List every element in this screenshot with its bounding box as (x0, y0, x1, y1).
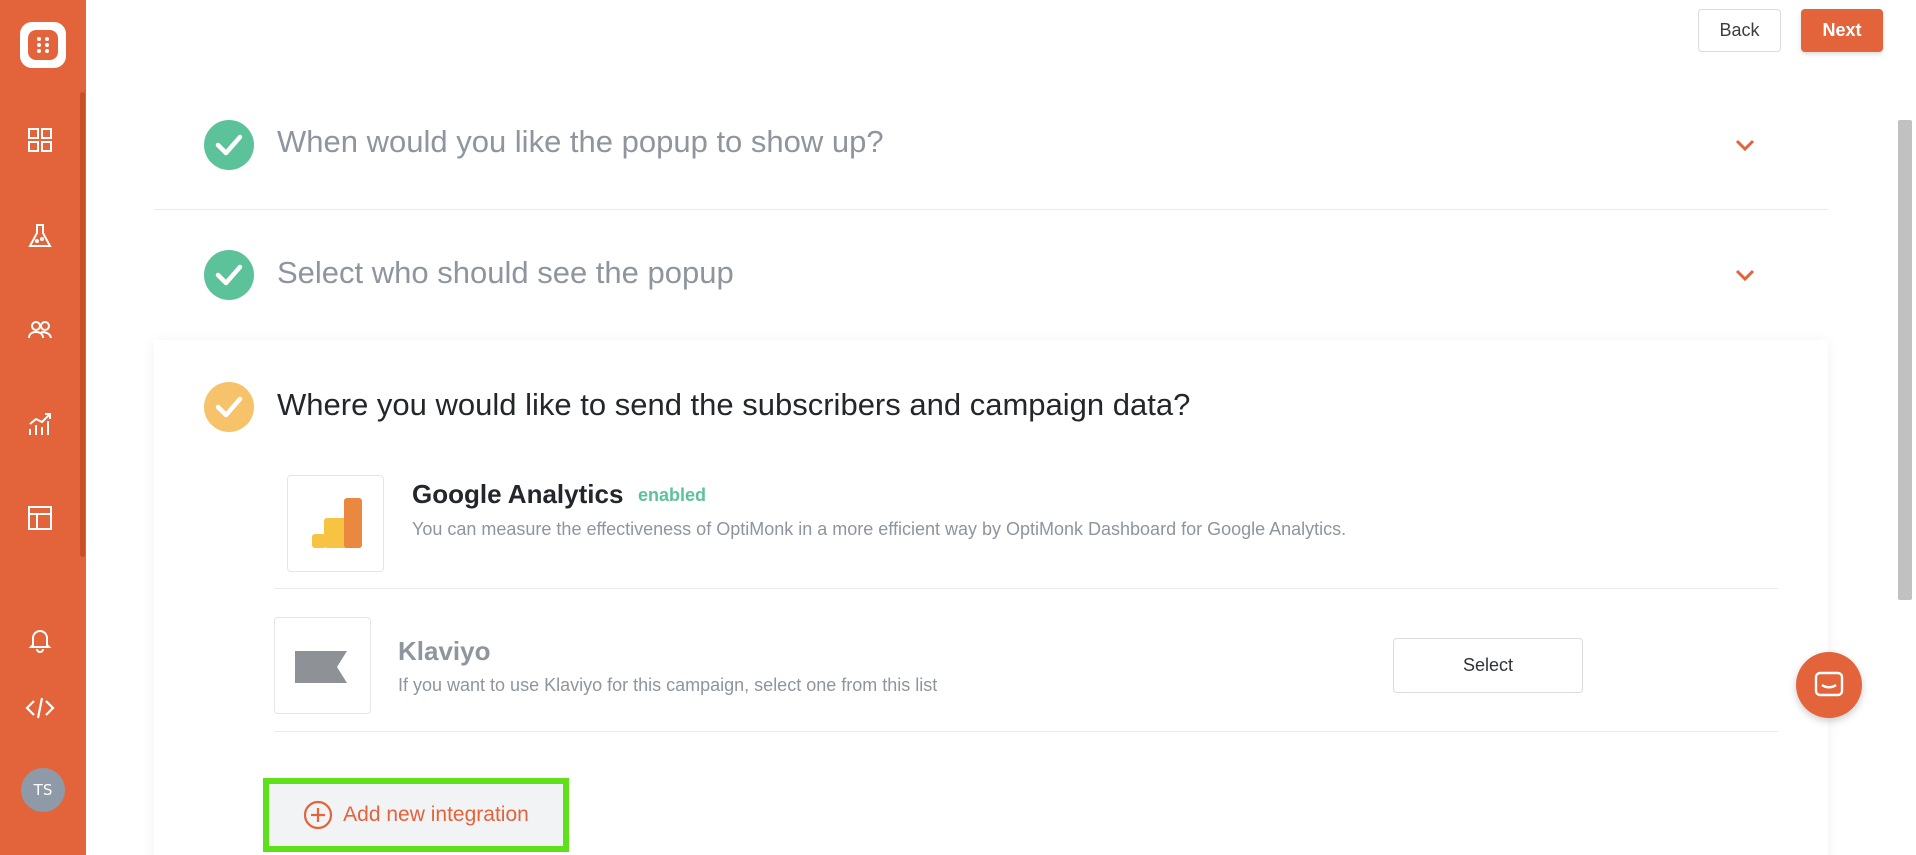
step-complete-icon (204, 250, 254, 300)
integration-description: If you want to use Klaviyo for this camp… (398, 675, 938, 695)
add-new-integration-button[interactable]: Add new integration (263, 778, 569, 852)
chevron-down-icon[interactable] (1733, 133, 1757, 157)
optimonk-logo[interactable] (20, 22, 66, 68)
add-new-integration-label: Add new integration (343, 803, 529, 826)
dashboard-icon[interactable] (24, 124, 56, 156)
klaviyo-icon (274, 617, 371, 714)
google-analytics-icon (287, 475, 384, 572)
analytics-icon[interactable] (24, 408, 56, 440)
page-scrollbar[interactable] (1898, 120, 1912, 600)
chevron-down-icon[interactable] (1733, 263, 1757, 287)
chat-icon (1814, 671, 1844, 697)
divider (154, 209, 1828, 210)
select-klaviyo-button[interactable]: Select (1393, 638, 1583, 693)
step-title: When would you like the popup to show up… (277, 124, 884, 159)
chat-launcher[interactable] (1796, 652, 1862, 718)
divider (274, 731, 1778, 732)
user-avatar[interactable]: TS (21, 768, 65, 812)
sidebar: TS (0, 0, 86, 855)
next-button[interactable]: Next (1801, 9, 1883, 52)
code-icon[interactable] (24, 692, 56, 724)
subscribers-icon[interactable] (24, 314, 56, 346)
sidebar-scrollbar[interactable] (80, 92, 85, 557)
templates-icon[interactable] (24, 502, 56, 534)
step-title: Where you would like to send the subscri… (277, 387, 1191, 422)
step-title: Select who should see the popup (277, 255, 734, 290)
integration-name: Google Analytics (412, 479, 624, 509)
integration-description: You can measure the effectiveness of Opt… (412, 519, 1347, 539)
enabled-badge: enabled (638, 485, 707, 505)
back-button[interactable]: Back (1698, 9, 1781, 52)
notifications-icon[interactable] (24, 624, 56, 656)
plus-circle-icon (304, 800, 333, 830)
integration-name: Klaviyo (398, 636, 491, 666)
step-pending-icon (204, 382, 254, 432)
step-complete-icon (204, 120, 254, 170)
experiments-icon[interactable] (24, 220, 56, 252)
divider (274, 588, 1778, 589)
